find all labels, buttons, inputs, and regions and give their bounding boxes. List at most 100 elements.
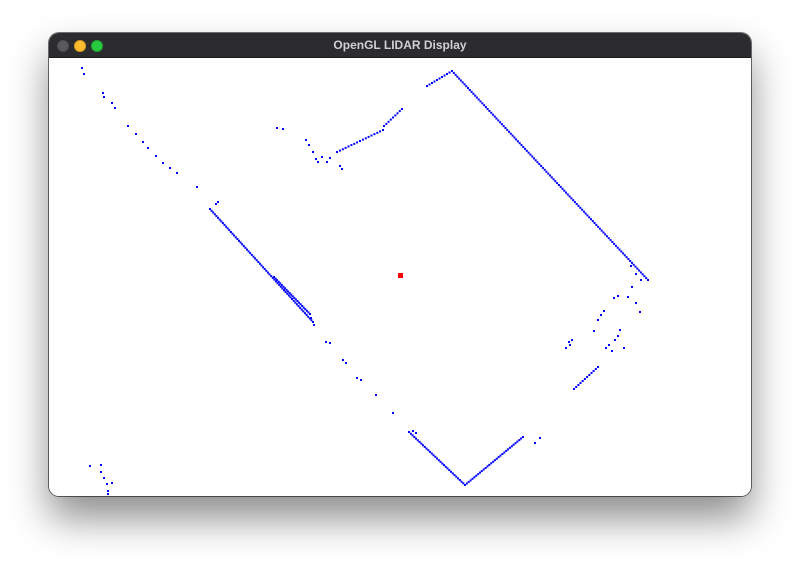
scan-point <box>563 189 566 192</box>
scan-point <box>608 344 610 346</box>
scan-point <box>592 370 595 372</box>
scan-point <box>625 256 628 259</box>
scan-point <box>283 289 285 292</box>
scan-point <box>176 172 178 174</box>
scan-point <box>135 133 137 135</box>
scan-point <box>545 170 548 173</box>
scan-point <box>547 172 550 175</box>
title-bar[interactable]: OpenGL LIDAR Display <box>49 33 751 58</box>
scan-point <box>581 208 584 211</box>
scan-point <box>639 271 642 274</box>
scan-point <box>514 442 517 445</box>
scan-point <box>490 111 493 114</box>
scan-point <box>623 347 625 349</box>
scan-point <box>249 252 252 255</box>
scan-point <box>486 108 489 110</box>
scan-point <box>81 67 83 69</box>
scan-point <box>361 138 364 141</box>
scan-point <box>502 125 505 128</box>
scan-point <box>469 479 472 482</box>
scan-point <box>568 341 570 343</box>
scan-point <box>499 121 502 124</box>
scan-point <box>611 350 613 352</box>
scan-point <box>505 449 508 452</box>
scan-point <box>539 437 541 439</box>
scan-point <box>605 347 607 349</box>
scan-point <box>470 90 473 93</box>
scan-point <box>370 134 373 137</box>
scan-point <box>569 344 571 346</box>
scan-point <box>492 113 494 116</box>
scan-point <box>239 241 242 244</box>
scan-point <box>590 218 592 221</box>
scan-point <box>326 161 328 163</box>
scan-point <box>394 114 397 117</box>
scan-point <box>162 162 164 164</box>
scan-point <box>321 156 323 158</box>
scan-point <box>597 225 600 228</box>
scan-point <box>356 377 358 379</box>
scan-point <box>481 102 484 105</box>
scan-point <box>464 484 466 486</box>
scan-point <box>127 125 129 127</box>
scan-point <box>634 265 637 268</box>
scan-point <box>459 79 462 82</box>
scan-point <box>221 222 224 225</box>
scan-point <box>577 204 580 207</box>
scan-point <box>169 167 171 169</box>
scan-point <box>591 220 594 223</box>
scan-point <box>613 242 616 245</box>
window-title: OpenGL LIDAR Display <box>333 38 467 52</box>
scan-point <box>614 244 617 247</box>
scan-point <box>616 246 619 249</box>
scan-point <box>473 476 476 479</box>
scan-point <box>345 362 347 364</box>
scan-point <box>584 212 587 215</box>
scan-point <box>579 206 582 209</box>
scan-point <box>636 267 639 270</box>
scan-point <box>549 174 551 177</box>
scan-point <box>571 339 573 341</box>
scan-point <box>565 191 567 194</box>
scan-point <box>401 108 403 110</box>
scan-point <box>554 180 557 183</box>
scan-point <box>488 109 491 112</box>
scan-point <box>483 104 486 107</box>
scan-point <box>508 446 511 449</box>
scan-point <box>102 92 104 94</box>
scan-point <box>389 118 392 121</box>
scan-point <box>533 157 535 160</box>
scan-point <box>233 234 236 237</box>
scan-point <box>579 382 582 384</box>
lidar-canvas[interactable] <box>49 58 751 496</box>
scan-point <box>255 259 258 262</box>
scan-point <box>538 163 541 166</box>
scan-point <box>411 434 414 437</box>
scan-point <box>309 313 311 315</box>
scan-point <box>310 319 313 322</box>
scan-point <box>383 125 385 127</box>
scan-point <box>443 464 445 467</box>
scan-point <box>254 257 257 260</box>
scan-point <box>557 184 560 186</box>
scan-point <box>392 116 394 119</box>
scan-point <box>376 131 379 134</box>
scan-point <box>436 457 438 460</box>
scan-point <box>623 254 626 257</box>
scan-point <box>196 186 198 188</box>
scan-point <box>317 161 319 163</box>
scan-point <box>629 260 632 262</box>
scan-point <box>474 94 477 97</box>
scan-point <box>315 158 317 160</box>
scan-point <box>619 329 621 331</box>
scan-point <box>507 448 509 451</box>
scan-point <box>480 470 483 473</box>
scan-point <box>529 153 532 156</box>
scan-point <box>618 248 621 251</box>
scan-point <box>83 73 85 75</box>
scan-point <box>428 83 431 86</box>
scan-point <box>308 144 310 146</box>
scan-point <box>155 155 157 157</box>
scan-point <box>360 379 362 381</box>
scan-point <box>297 305 300 308</box>
